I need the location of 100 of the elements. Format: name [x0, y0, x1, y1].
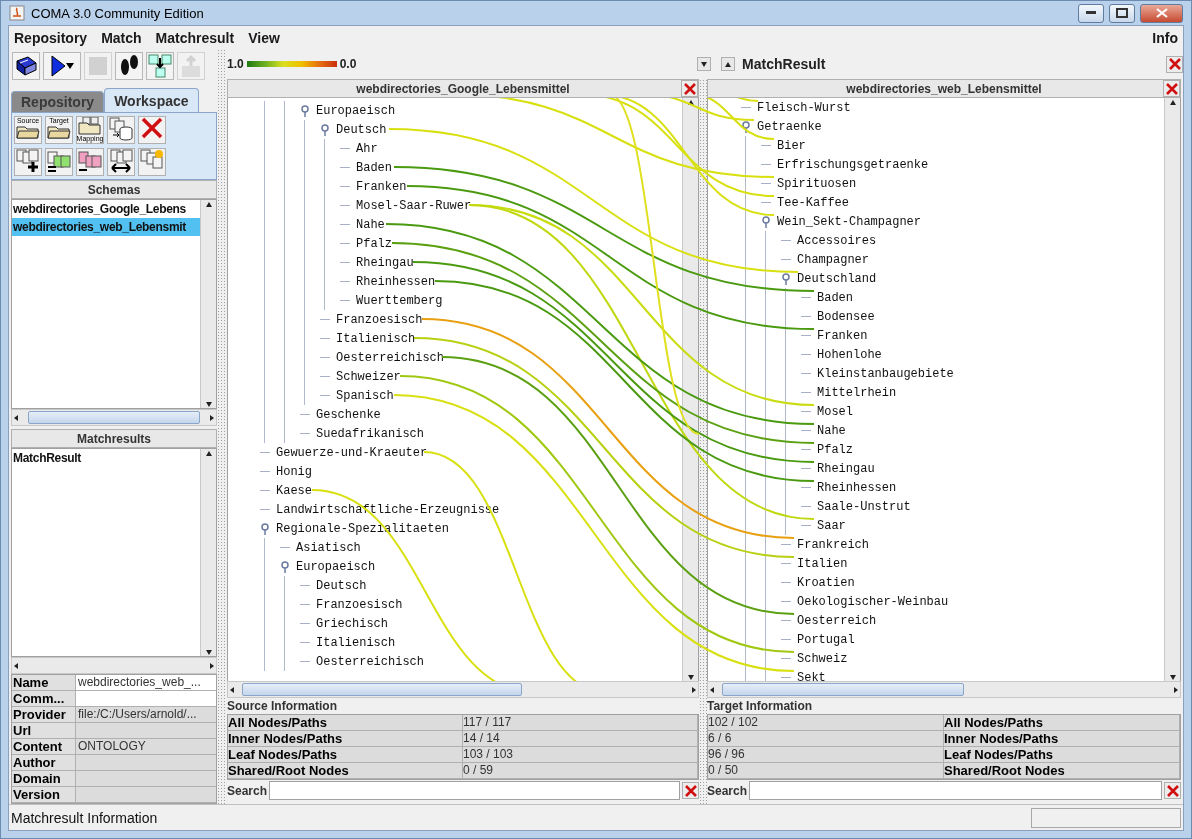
tree-node[interactable]: Wuerttemberg: [356, 293, 443, 308]
tree-node[interactable]: Hohenlohe: [817, 347, 882, 362]
tree-node[interactable]: Europaeisch: [296, 559, 376, 574]
tree-node[interactable]: Bodensee: [817, 309, 875, 324]
tree-node[interactable]: Schweizer: [336, 369, 401, 384]
tree-node[interactable]: Asiatisch: [296, 540, 361, 555]
tree-node[interactable]: Deutschland: [797, 271, 877, 286]
tree-node[interactable]: Mosel: [817, 404, 853, 419]
vertical-scrollbar[interactable]: [200, 449, 216, 656]
tree-node[interactable]: Frankreich: [797, 537, 869, 552]
menu-item[interactable]: Match: [101, 29, 142, 46]
tree-node[interactable]: Tee-Kaffee: [777, 195, 849, 210]
minimize-button[interactable]: [1078, 3, 1104, 23]
node-handle-icon[interactable]: [761, 215, 771, 228]
schema-item[interactable]: webdirectories_Google_Lebens: [12, 200, 200, 218]
tree-node[interactable]: Honig: [276, 464, 312, 479]
close-button[interactable]: [1166, 55, 1183, 73]
tree-node[interactable]: Portugal: [797, 632, 855, 647]
tree-node[interactable]: Pfalz: [817, 442, 853, 457]
horizontal-scrollbar[interactable]: [707, 681, 1181, 698]
toolbar-button[interactable]: [115, 51, 143, 80]
toolbar-button[interactable]: [12, 51, 40, 80]
node-handle-icon[interactable]: [300, 104, 310, 117]
tree-node[interactable]: Saale-Unstrut: [817, 499, 911, 514]
tree-node[interactable]: Bier: [777, 138, 806, 153]
search-field[interactable]: [269, 781, 680, 800]
tree-node[interactable]: Oekologischer-Weinbau: [797, 594, 949, 609]
tree-node[interactable]: Suedafrikanisch: [316, 426, 425, 441]
node-handle-icon[interactable]: [280, 560, 290, 573]
node-handle-icon[interactable]: [320, 123, 330, 136]
tree-node[interactable]: Nahe: [356, 217, 385, 232]
tree-node[interactable]: Rheingau: [356, 255, 414, 270]
tree-node[interactable]: Italien: [797, 556, 848, 571]
tree-node[interactable]: Kroatien: [797, 575, 855, 590]
tree-node[interactable]: Wein_Sekt-Champagner: [777, 214, 922, 229]
tree-node[interactable]: Spanisch: [336, 388, 394, 403]
tree-node[interactable]: Erfrischungsgetraenke: [777, 157, 929, 172]
tree-node[interactable]: Schweiz: [797, 651, 848, 666]
matchresult-item[interactable]: MatchResult: [12, 449, 200, 467]
tree-node[interactable]: Franzoesisch: [336, 312, 423, 327]
tree-node[interactable]: Europaeisch: [316, 103, 396, 118]
tree-node[interactable]: Deutsch: [336, 122, 387, 137]
scroll-left-icon[interactable]: [12, 413, 20, 422]
tree-node[interactable]: Rheinhessen: [817, 480, 897, 495]
horizontal-scrollbar[interactable]: [11, 409, 217, 426]
tree-node[interactable]: Rheinhessen: [356, 274, 436, 289]
tree-node[interactable]: Franzoesisch: [316, 597, 403, 612]
node-handle-icon[interactable]: [260, 522, 270, 535]
tree-node[interactable]: Saar: [817, 518, 846, 533]
scroll-left-icon[interactable]: [12, 661, 20, 670]
tree-node[interactable]: Deutsch: [316, 578, 367, 593]
menu-item[interactable]: View: [248, 29, 280, 46]
menu-item[interactable]: Info: [1152, 29, 1178, 46]
property-value[interactable]: webdirectories_web_...: [76, 675, 216, 691]
tree-node[interactable]: Griechisch: [316, 616, 388, 631]
node-handle-icon[interactable]: [741, 120, 751, 133]
maximize-button[interactable]: [1109, 3, 1135, 23]
tree-node[interactable]: Italienisch: [336, 331, 416, 346]
close-button[interactable]: [1163, 80, 1180, 97]
toolbar-button[interactable]: [43, 51, 81, 80]
tree-node[interactable]: Italienisch: [316, 635, 396, 650]
close-button[interactable]: [1140, 3, 1183, 23]
tree-node[interactable]: Getraenke: [757, 119, 822, 134]
tree-node[interactable]: Franken: [817, 328, 868, 343]
tree-node[interactable]: Sekt: [797, 670, 826, 681]
horizontal-scrollbar[interactable]: [227, 681, 699, 698]
tab[interactable]: Workspace: [104, 88, 199, 112]
vertical-scrollbar[interactable]: [200, 200, 216, 408]
tree-node[interactable]: Kleinstanbaugebiete: [817, 366, 954, 381]
tree-node[interactable]: Oesterreichisch: [336, 350, 445, 365]
close-button[interactable]: [681, 80, 698, 97]
horizontal-scrollbar[interactable]: [11, 657, 217, 674]
tree-node[interactable]: Pfalz: [356, 236, 392, 251]
tree-node[interactable]: Baden: [356, 160, 392, 175]
tree-node[interactable]: Mittelrhein: [817, 385, 897, 400]
tree-node[interactable]: Oesterreichisch: [316, 654, 425, 669]
tool-button[interactable]: [45, 147, 73, 176]
tree-node[interactable]: Rheingau: [817, 461, 875, 476]
schema-item[interactable]: webdirectories_web_Lebensmit: [12, 218, 200, 236]
tree-node[interactable]: Kaese: [276, 483, 312, 498]
vertical-scrollbar[interactable]: [682, 98, 698, 681]
search-field[interactable]: [749, 781, 1162, 800]
clear-search-button[interactable]: [682, 782, 699, 799]
tree-node[interactable]: Fleisch-Wurst: [757, 100, 851, 115]
tool-button[interactable]: [14, 147, 42, 176]
node-handle-icon[interactable]: [781, 272, 791, 285]
tree-node[interactable]: Champagner: [797, 252, 869, 267]
clear-search-button[interactable]: [1164, 782, 1181, 799]
menu-item[interactable]: Repository: [14, 29, 88, 46]
tree-node[interactable]: Nahe: [817, 423, 846, 438]
tree-node[interactable]: Franken: [356, 179, 407, 194]
tree-node[interactable]: Spirituosen: [777, 176, 857, 191]
scroll-right-icon[interactable]: [1172, 685, 1180, 694]
tree-node[interactable]: Baden: [817, 290, 853, 305]
tree-node[interactable]: Ahr: [356, 141, 378, 156]
tree-node[interactable]: Gewuerze-und-Kraeuter: [276, 445, 428, 460]
vertical-scrollbar[interactable]: [1164, 98, 1180, 681]
tree-node[interactable]: Accessoires: [797, 233, 877, 248]
menu-item[interactable]: Matchresult: [155, 29, 235, 46]
tree-node[interactable]: Geschenke: [316, 407, 381, 422]
